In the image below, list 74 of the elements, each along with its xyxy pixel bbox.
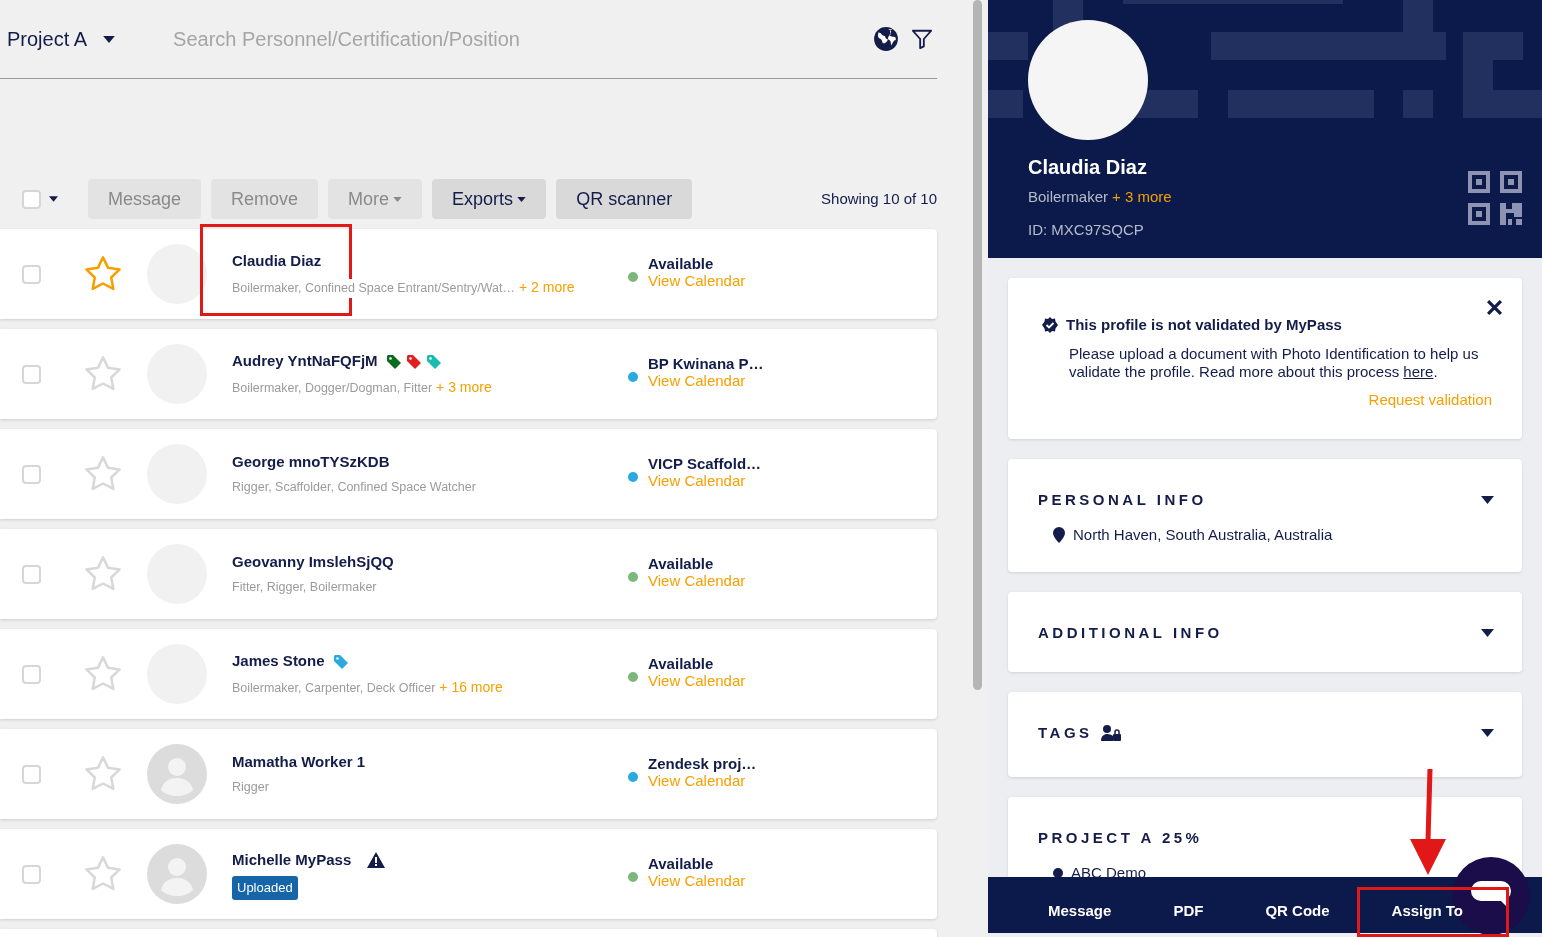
section-title: TAGS [1038, 723, 1093, 743]
toolbar-button[interactable]: Exports [432, 179, 547, 219]
status-text: VICP Scaffold… [648, 454, 762, 472]
status-text: Available [648, 254, 715, 272]
status-text: Zendesk proj… [648, 754, 757, 772]
qr-code-icon[interactable] [1468, 171, 1522, 225]
select-all-checkbox[interactable] [22, 189, 58, 209]
star-icon[interactable] [84, 455, 122, 493]
action-button[interactable]: PDF [1173, 899, 1204, 923]
alert-title: This profile is not validated by MyPass [1066, 315, 1342, 335]
person-row[interactable]: Geovanny ImslehSjQQ Fitter, Rigger, Boilermaker Available View Calendar [0, 529, 937, 619]
search-field[interactable]: Search Personnel/Certification/Position [171, 23, 873, 55]
avatar-icon [147, 844, 207, 904]
alert-message: Please upload a document with Photo Identification to help us validate the profile. Read more about this process here. [1069, 344, 1480, 382]
close-icon[interactable] [1487, 300, 1502, 315]
star-icon[interactable] [84, 755, 122, 793]
caret-icon[interactable] [1481, 496, 1494, 505]
globe-icon[interactable] [873, 26, 899, 52]
section-item-text: ABC Demo [1071, 862, 1147, 877]
toolbar-button[interactable]: QR scanner [556, 179, 693, 219]
status-badge: Uploaded [232, 876, 298, 900]
result-count: Showing 10 of 10 [821, 188, 937, 209]
row-checkbox[interactable] [22, 364, 41, 384]
person-name[interactable]: Mamatha Worker 1 [232, 751, 366, 774]
person-name[interactable]: James Stone [232, 650, 325, 673]
status-text: Available [648, 854, 715, 872]
status-text: Available [648, 654, 715, 672]
action-button[interactable]: Assign To [1391, 899, 1463, 923]
caret-icon[interactable] [49, 196, 58, 202]
star-icon[interactable] [84, 655, 122, 693]
person-name[interactable]: Geovanny ImslehSjQQ [232, 551, 394, 574]
row-checkbox[interactable] [22, 564, 41, 584]
star-icon[interactable] [84, 555, 122, 593]
person-name[interactable]: Audrey YntNaFQFjM [232, 350, 378, 373]
person-name[interactable]: Michelle MyPass [232, 848, 352, 871]
filter-icon[interactable] [911, 28, 933, 50]
project-dropdown[interactable]: Project A [0, 23, 122, 55]
section-item-text: North Haven, South Australia, Australia [1073, 524, 1333, 545]
caret-icon [103, 35, 116, 43]
row-checkbox[interactable] [22, 464, 41, 484]
more-roles-link[interactable]: + 3 more [1112, 186, 1172, 209]
section-title: PERSONAL INFO [1038, 490, 1207, 510]
avatar-icon [147, 744, 207, 804]
person-row[interactable]: James Stone Boilermaker, Carpenter, Deck Officer + 16 more Available View Calendar [0, 629, 937, 719]
verified-badge-icon [1042, 317, 1058, 334]
person-row[interactable]: Claudia Diaz Boilermaker, Confined Space Entrant/Sentry/Wat… + 2 more Available View Calendar [0, 229, 937, 319]
person-name[interactable]: George mnoTYSzKDB [232, 451, 390, 474]
caret-icon[interactable] [1481, 629, 1494, 638]
help-link[interactable]: here [1403, 363, 1434, 381]
status-text: BP Kwinana P… [648, 354, 764, 372]
person-row[interactable]: Audrey YntNaFQFjM Boilermaker, Dogger/Dogman, Fitter + 3 more BP Kwinana P… View Calendar [0, 329, 937, 419]
section-title: ADDITIONAL INFO [1038, 623, 1223, 643]
star-icon[interactable] [84, 855, 122, 893]
row-checkbox[interactable] [22, 664, 41, 684]
star-icon[interactable] [84, 355, 122, 393]
person-row[interactable]: Michelle MyPass Uploaded Available View Calendar [0, 829, 937, 919]
section-title: PROJECT A 25% [1038, 828, 1203, 848]
row-checkbox[interactable] [22, 864, 41, 884]
row-checkbox[interactable] [22, 764, 41, 784]
role-list: Boilermaker, Confined Space Entrant/Sentry/Wat… [232, 278, 515, 298]
location-pin-icon [1053, 526, 1065, 543]
person-row[interactable]: Mamatha Worker 1 Rigger Zendesk proj… View Calendar [0, 729, 937, 819]
person-row[interactable]: George mnoTYSzKDB Rigger, Scaffolder, Confined Space Watcher VICP Scaffold… View Calendar [0, 429, 937, 519]
row-checkbox[interactable] [22, 264, 41, 284]
profile-id: ID: MXC97SQCP [1028, 219, 1145, 240]
status-text: Available [648, 554, 715, 572]
scrollbar-thumb[interactable] [973, 0, 982, 690]
caret-icon[interactable] [1481, 729, 1494, 738]
star-icon[interactable] [84, 255, 122, 293]
profile-role: Boilermaker [1028, 187, 1109, 207]
action-button[interactable]: QR Code [1265, 899, 1330, 923]
person-name[interactable]: Claudia Diaz [232, 250, 322, 273]
profile-name: Claudia Diaz [1028, 155, 1148, 180]
action-button[interactable]: Message [1048, 899, 1112, 923]
